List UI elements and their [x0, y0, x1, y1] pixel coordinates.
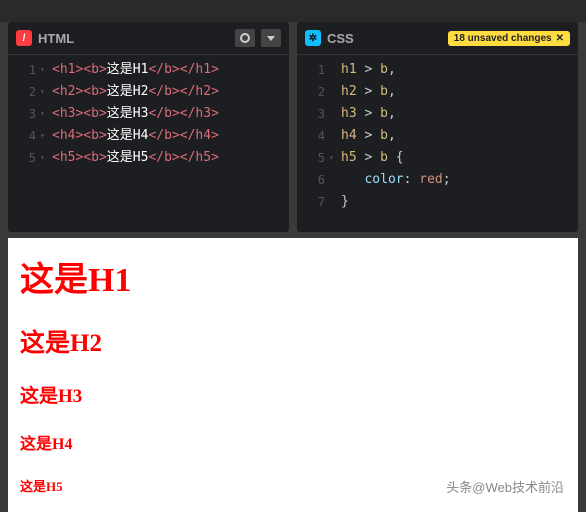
gear-icon	[240, 33, 250, 43]
code-line[interactable]: 1▾<h1><b>这是H1</b></h1>	[8, 59, 289, 81]
top-bar	[0, 0, 586, 22]
preview-pane: 这是H1 这是H2 这是H3 这是H4 这是H5 头条@Web技术前沿	[8, 238, 578, 512]
badge-text: 18 unsaved changes	[454, 33, 552, 44]
code-line[interactable]: 2▾<h2><b>这是H2</b></h2>	[8, 81, 289, 103]
codepen-editor: / HTML 1▾<h1><b>这是H1</b></h1>2▾<h2><b>这是…	[0, 0, 586, 512]
watermark: 头条@Web技术前沿	[446, 477, 564, 496]
preview-h3: 这是H3	[20, 381, 566, 408]
code-line[interactable]: 5▾<h5><b>这是H5</b></h5>	[8, 147, 289, 169]
preview-h1: 这是H1	[20, 252, 566, 301]
css-panel: ✲ CSS 18 unsaved changes ✕ 1h1 > b,2h2 >…	[297, 22, 578, 232]
settings-button[interactable]	[235, 29, 255, 47]
html-panel-header: / HTML	[8, 22, 289, 55]
code-line[interactable]: 4h4 > b,	[297, 125, 578, 147]
code-line[interactable]: 1h1 > b,	[297, 59, 578, 81]
css-panel-title: CSS	[327, 31, 442, 46]
html-panel-title: HTML	[38, 31, 229, 46]
code-line[interactable]: 5▾h5 > b {	[297, 147, 578, 169]
code-line[interactable]: 3▾<h3><b>这是H3</b></h3>	[8, 103, 289, 125]
css-code-editor[interactable]: 1h1 > b,2h2 > b,3h3 > b,4h4 > b,5▾h5 > b…	[297, 55, 578, 232]
html-icon: /	[16, 30, 32, 46]
editor-panels: / HTML 1▾<h1><b>这是H1</b></h1>2▾<h2><b>这是…	[0, 22, 586, 232]
code-line[interactable]: 4▾<h4><b>这是H4</b></h4>	[8, 125, 289, 147]
html-panel: / HTML 1▾<h1><b>这是H1</b></h1>2▾<h2><b>这是…	[8, 22, 289, 232]
close-icon[interactable]: ✕	[556, 33, 564, 44]
preview-h4: 这是H4	[20, 430, 566, 454]
code-line[interactable]: 3h3 > b,	[297, 103, 578, 125]
preview-h2: 这是H2	[20, 323, 566, 359]
chevron-down-icon	[267, 36, 275, 41]
css-panel-header: ✲ CSS 18 unsaved changes ✕	[297, 22, 578, 55]
code-line[interactable]: 7}	[297, 191, 578, 213]
expand-button[interactable]	[261, 29, 281, 47]
code-line[interactable]: 6 color: red;	[297, 169, 578, 191]
html-code-editor[interactable]: 1▾<h1><b>这是H1</b></h1>2▾<h2><b>这是H2</b><…	[8, 55, 289, 232]
unsaved-changes-badge[interactable]: 18 unsaved changes ✕	[448, 31, 570, 46]
code-line[interactable]: 2h2 > b,	[297, 81, 578, 103]
css-icon: ✲	[305, 30, 321, 46]
